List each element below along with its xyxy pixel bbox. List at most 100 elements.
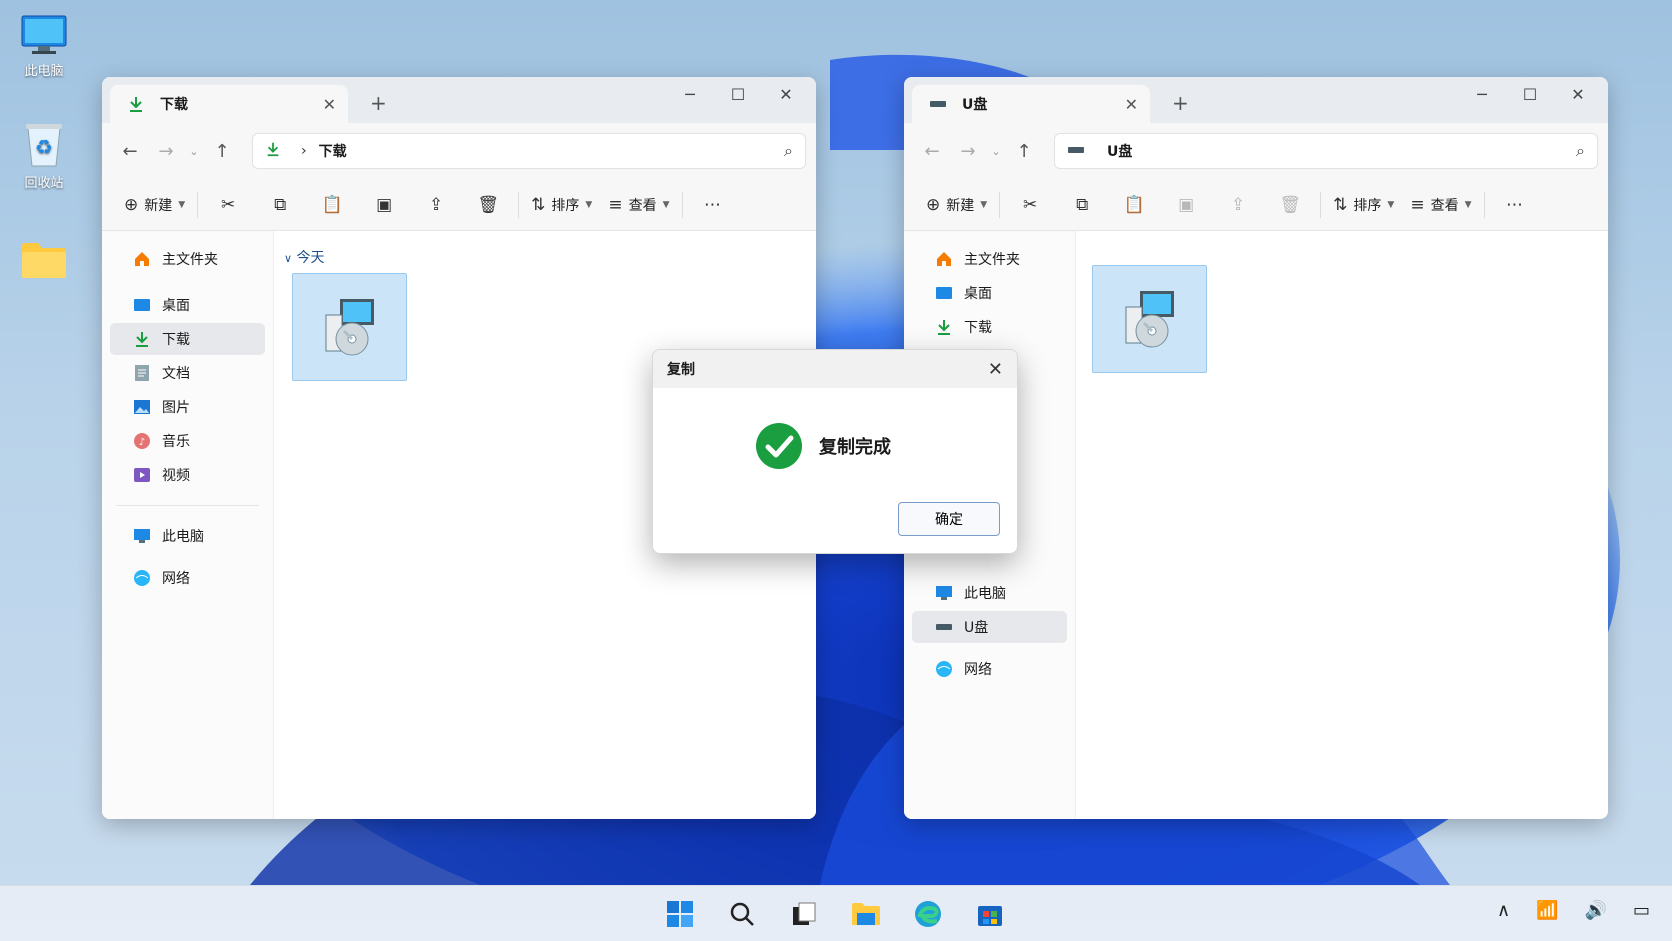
dialog-message-text: 复制完成	[819, 437, 891, 458]
breadcrumb: U盘	[1107, 144, 1133, 160]
volume-icon[interactable]: 🔊	[1585, 900, 1607, 921]
forward-button[interactable]: →	[148, 141, 184, 162]
paste-button[interactable]: 📋	[306, 189, 358, 221]
paste-button[interactable]: 📋	[1108, 189, 1160, 221]
address-field[interactable]: U盘 ⌕	[1054, 133, 1598, 169]
sidebar-item-downloads[interactable]: 下载	[110, 323, 265, 355]
maximize-button[interactable]: ☐	[714, 83, 762, 107]
search-icon[interactable]: ⌕	[784, 141, 793, 161]
folder-icon	[22, 243, 66, 278]
more-options-button[interactable]: ⋯	[687, 189, 739, 221]
back-button[interactable]: ←	[914, 141, 950, 162]
store-button[interactable]	[970, 894, 1010, 934]
new-tab-button[interactable]: +	[370, 91, 387, 115]
ok-button[interactable]: 确定	[898, 502, 1000, 536]
sidebar-item-home[interactable]: 主文件夹	[912, 243, 1067, 275]
new-button[interactable]: ⊕ 新建 ▼	[918, 189, 995, 221]
chevron-down-icon: ▼	[980, 199, 988, 210]
sidebar-item-music[interactable]: ♪ 音乐	[110, 425, 265, 457]
back-button[interactable]: ←	[112, 141, 148, 162]
copy-button[interactable]: ⧉	[1056, 189, 1108, 221]
up-button[interactable]: ↑	[1006, 141, 1042, 162]
more-options-button[interactable]: ⋯	[1489, 189, 1541, 221]
sort-button[interactable]: ⇅ 排序 ▼	[523, 189, 600, 221]
file-explorer-button[interactable]	[846, 894, 886, 934]
new-tab-button[interactable]: +	[1172, 91, 1189, 115]
document-icon	[132, 363, 152, 383]
navigation-pane: 主文件夹 桌面 下载 文档 图片 ♪ 音乐 视频 此电脑 网络	[102, 231, 274, 819]
delete-button[interactable]: 🗑	[462, 189, 514, 221]
sidebar-item-pictures[interactable]: 图片	[110, 391, 265, 423]
usb-drive-icon	[934, 617, 954, 637]
group-header-today[interactable]: ∨ 今天	[284, 247, 325, 267]
sidebar-item-home[interactable]: 主文件夹	[110, 243, 265, 275]
minimize-button[interactable]: ─	[1458, 83, 1506, 107]
new-button[interactable]: ⊕ 新建 ▼	[116, 189, 193, 221]
home-icon	[132, 249, 152, 269]
close-tab-icon[interactable]: ✕	[323, 95, 336, 114]
sidebar-item-usb-drive[interactable]: U盘	[912, 611, 1067, 643]
sidebar-item-videos[interactable]: 视频	[110, 459, 265, 491]
close-tab-icon[interactable]: ✕	[1125, 95, 1138, 114]
sidebar-item-network[interactable]: 网络	[912, 653, 1067, 685]
close-window-button[interactable]: ✕	[762, 83, 810, 107]
recycle-bin-icon: ♻	[26, 124, 62, 167]
desktop-icon	[934, 283, 954, 303]
edge-browser-button[interactable]	[908, 894, 948, 934]
recent-dropdown-button[interactable]: ⌄	[184, 145, 204, 158]
copy-icon: ⧉	[1076, 194, 1089, 215]
show-hidden-icons-button[interactable]: ∧	[1497, 900, 1510, 921]
rename-button[interactable]: ▣	[1160, 189, 1212, 221]
forward-button[interactable]: →	[950, 141, 986, 162]
close-icon[interactable]: ✕	[988, 359, 1003, 380]
view-button[interactable]: ≡ 查看 ▼	[600, 189, 677, 221]
tab-downloads[interactable]: 下载 ✕	[110, 85, 348, 123]
store-icon	[978, 906, 1002, 926]
desktop-icon-this-pc[interactable]: 此电脑	[14, 14, 74, 79]
copy-button[interactable]: ⧉	[254, 189, 306, 221]
sidebar-item-this-pc[interactable]: 此电脑	[110, 520, 265, 552]
minimize-button[interactable]: ─	[666, 83, 714, 107]
desktop-icon-folder[interactable]	[14, 240, 74, 284]
cut-button[interactable]: ✂	[1004, 189, 1056, 221]
share-button[interactable]: ⇪	[1212, 189, 1264, 221]
sidebar-item-desktop[interactable]: 桌面	[912, 277, 1067, 309]
desktop-icon-label: 回收站	[24, 176, 64, 191]
sidebar-item-label: 音乐	[162, 434, 190, 450]
sort-button[interactable]: ⇅ 排序 ▼	[1325, 189, 1402, 221]
address-bar-row: ← → ⌄ ↑ › 下载 ⌕	[102, 123, 816, 179]
task-view-button[interactable]	[784, 894, 824, 934]
maximize-button[interactable]: ☐	[1506, 83, 1554, 107]
network-icon	[934, 659, 954, 679]
start-button[interactable]	[660, 894, 700, 934]
chevron-down-icon: ∨	[284, 252, 293, 265]
search-icon[interactable]: ⌕	[1576, 141, 1585, 161]
download-icon	[132, 329, 152, 349]
sidebar-item-documents[interactable]: 文档	[110, 357, 265, 389]
desktop-icon-recycle-bin[interactable]: ♻ 回收站	[14, 120, 74, 191]
sidebar-item-downloads[interactable]: 下载	[912, 311, 1067, 343]
battery-icon[interactable]: ▭	[1633, 900, 1650, 921]
close-window-button[interactable]: ✕	[1554, 83, 1602, 107]
recent-dropdown-button[interactable]: ⌄	[986, 145, 1006, 158]
usb-drive-icon	[928, 94, 948, 114]
sidebar-item-desktop[interactable]: 桌面	[110, 289, 265, 321]
delete-button[interactable]: 🗑	[1264, 189, 1316, 221]
tab-usb-drive[interactable]: U盘 ✕	[912, 85, 1150, 123]
sidebar-item-network[interactable]: 网络	[110, 562, 265, 594]
share-button[interactable]: ⇪	[410, 189, 462, 221]
wifi-icon[interactable]: 📶	[1536, 900, 1558, 921]
address-field[interactable]: › 下载 ⌕	[252, 133, 806, 169]
trash-icon: 🗑	[477, 194, 499, 215]
search-button[interactable]	[722, 894, 762, 934]
rename-button[interactable]: ▣	[358, 189, 410, 221]
view-button[interactable]: ≡ 查看 ▼	[1402, 189, 1479, 221]
file-item-installer[interactable]	[292, 273, 407, 381]
paste-icon: 📋	[1123, 194, 1145, 215]
sidebar-item-this-pc[interactable]: 此电脑	[912, 577, 1067, 609]
network-icon	[132, 568, 152, 588]
cut-button[interactable]: ✂	[202, 189, 254, 221]
group-label: 今天	[296, 250, 325, 266]
up-button[interactable]: ↑	[204, 141, 240, 162]
file-item-installer[interactable]	[1092, 265, 1207, 373]
